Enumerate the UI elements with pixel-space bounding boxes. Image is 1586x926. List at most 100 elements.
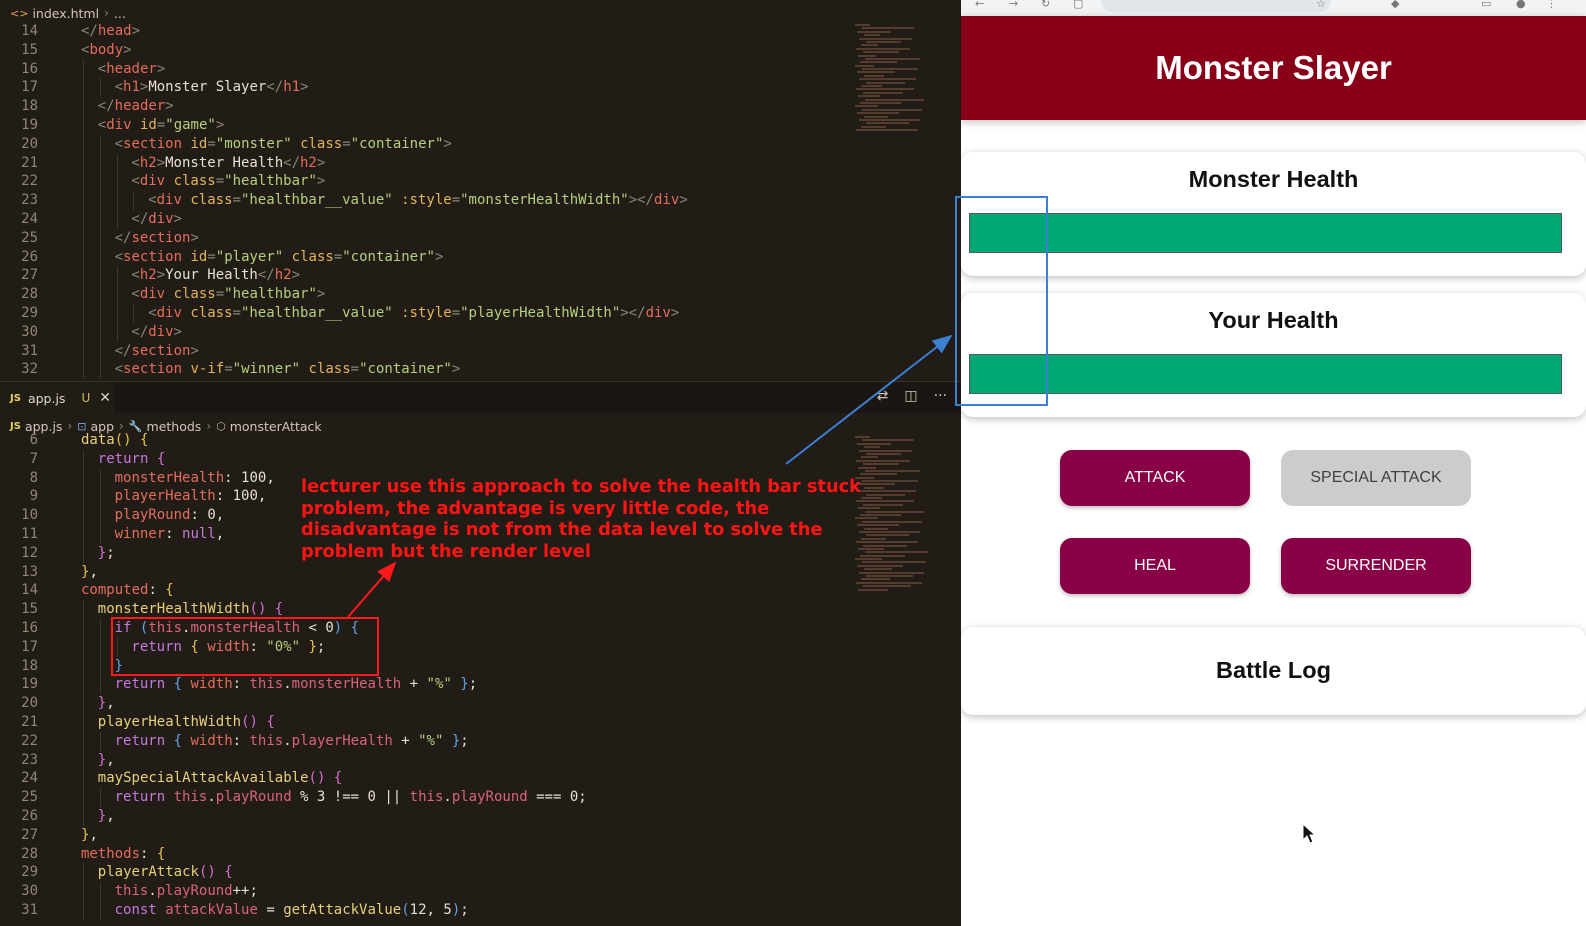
code-line[interactable]: 16 <header> [0,59,850,79]
indent-guide [83,97,84,116]
code-line[interactable]: 25 return this.playRound % 3 !== 0 || thi… [0,788,850,807]
minimap-line [866,493,905,496]
indent-guide [83,228,84,248]
code-token: < [148,304,157,321]
code-token: "container" [350,135,444,152]
code-token: : [232,676,250,693]
code-line[interactable]: 32 <section v-if="winner" class="containe… [0,360,850,380]
heal-button[interactable]: HEAL [1060,538,1250,594]
code-token: > [679,192,688,209]
code-text: return { width: this.monsterHealth + "%"… [115,675,478,694]
forward-icon[interactable]: → [1009,0,1018,10]
code-token: , [106,751,115,768]
window-icon[interactable]: ▭ [1481,0,1491,10]
code-line[interactable]: 22 <div class="healthbar"> [0,172,850,192]
code-token: id [139,116,157,133]
code-line[interactable]: 25 </section> [0,228,850,248]
indent-guide [83,78,84,98]
code-line[interactable]: 24 maySpecialAttackAvailable() { [0,769,850,789]
line-number: 13 [21,563,38,580]
code-line[interactable]: 24 </div> [0,209,850,229]
code-line[interactable]: 31 </section> [0,341,850,361]
code-line[interactable]: 18 </header> [0,97,850,116]
code-line[interactable]: 30 </div> [0,322,850,342]
code-line[interactable]: 20}, [0,694,850,713]
minimap-top[interactable] [855,24,925,134]
code-token: maySpecialAttackAvailable [97,770,309,787]
minimap-line [856,541,918,544]
tab-app-js[interactable]: JS app.js U ✕ [0,382,114,414]
code-line[interactable]: 28 <div class="healthbar"> [0,285,850,304]
compare-changes-icon[interactable]: ⇄ [877,388,889,404]
indent-guide [99,468,101,488]
breadcrumb-file[interactable]: index.html [32,6,99,21]
page-icon[interactable]: ▢ [1073,0,1083,10]
line-number: 28 [21,286,38,303]
code-line[interactable]: 23 <div class="healthbar__value" :style="… [0,191,850,210]
code-line[interactable]: 27}, [0,826,850,845]
code-line[interactable]: 26 <section id="player" class="container"… [0,247,850,267]
breadcrumb-more[interactable]: ... [114,6,126,21]
code-line[interactable]: 29 <div class="healthbar__value" :style="… [0,303,850,323]
minimap-bottom[interactable] [855,436,928,596]
code-token: % [291,789,317,806]
code-line[interactable]: 13}, [0,563,850,582]
code-line[interactable]: 31 const attackValue = getAttackValue(12,… [0,900,850,920]
code-line[interactable]: 23}, [0,750,850,770]
surrender-button[interactable]: SURRENDER [1281,538,1471,594]
line-number: 28 [21,845,38,862]
code-token: || [375,789,410,806]
line-number: 18 [21,98,38,115]
address-bar[interactable] [1101,0,1331,12]
minimap-line [865,98,924,101]
code-token: "game" [165,116,216,133]
html-code-pane[interactable]: 14 </head> 15 <body> 16 <header> 17 <h1>Monster… [0,22,850,380]
code-line[interactable]: 28 methods: { [0,845,850,864]
code-line[interactable]: 22 return { width: this.playerHealth + "%… [0,731,850,751]
code-token: = [257,901,284,918]
code-line[interactable]: 21 <h2>Monster Health</h2> [0,153,850,173]
code-token: </ [114,229,132,246]
attack-button[interactable]: ATTACK [1060,450,1250,506]
code-token: === [527,789,570,806]
browser-toolbar: ← → ↻ ▢ ☆ ◆ ▭ ● ⋮ [961,0,1586,16]
code-token: 0 [207,507,216,524]
code-line[interactable]: 29 playerAttack() { [0,863,850,883]
menu-icon[interactable]: ⋮ [1546,0,1557,10]
code-line[interactable]: 20 <section id="monster" class="container… [0,134,850,154]
close-tab-icon[interactable]: ✕ [99,390,111,406]
code-line[interactable]: 7 return { [0,449,850,469]
line-number: 24 [21,770,38,787]
code-token: playerHealthWidth [97,713,242,730]
reload-icon[interactable]: ↻ [1041,0,1050,10]
code-line[interactable]: 30 this.playRound++; [0,882,850,901]
code-line[interactable]: 15 <body> [0,41,850,60]
code-token: : [148,582,166,599]
code-line[interactable]: 21 playerHealthWidth() { [0,712,850,732]
avatar[interactable]: ● [1516,0,1526,10]
code-editor: <> index.html › ... 14 </head> 15 <body> 16 <… [0,0,961,926]
minimap-line [863,585,911,588]
code-line[interactable]: 19 <div id="game"> [0,115,850,135]
code-token: = [451,304,461,321]
extension-icon[interactable]: ◆ [1391,0,1399,10]
line-number: 16 [21,60,38,77]
more-actions-icon[interactable]: ··· [934,388,947,404]
code-line[interactable]: 26}, [0,806,850,826]
code-line[interactable]: 17 <h1>Monster Slayer</h1> [0,78,850,98]
split-editor-icon[interactable]: ◫ [904,388,917,404]
indent-guide [83,712,84,732]
code-line[interactable]: 14 computed: { [0,581,850,600]
line-number: 31 [21,901,38,918]
indent-guide [83,675,84,695]
code-line[interactable]: 6 data() { [0,431,850,450]
bookmark-star-icon[interactable]: ☆ [1316,0,1326,10]
code-line[interactable]: 27 <h2>Your Health</h2> [0,266,850,286]
code-line[interactable]: 19 return { width: this.monsterHealth + "… [0,675,850,695]
code-line[interactable]: 14 </head> [0,22,850,41]
code-token: h1 [283,79,301,96]
special-attack-button[interactable]: SPECIAL ATTACK [1281,450,1471,506]
back-icon[interactable]: ← [975,0,984,10]
